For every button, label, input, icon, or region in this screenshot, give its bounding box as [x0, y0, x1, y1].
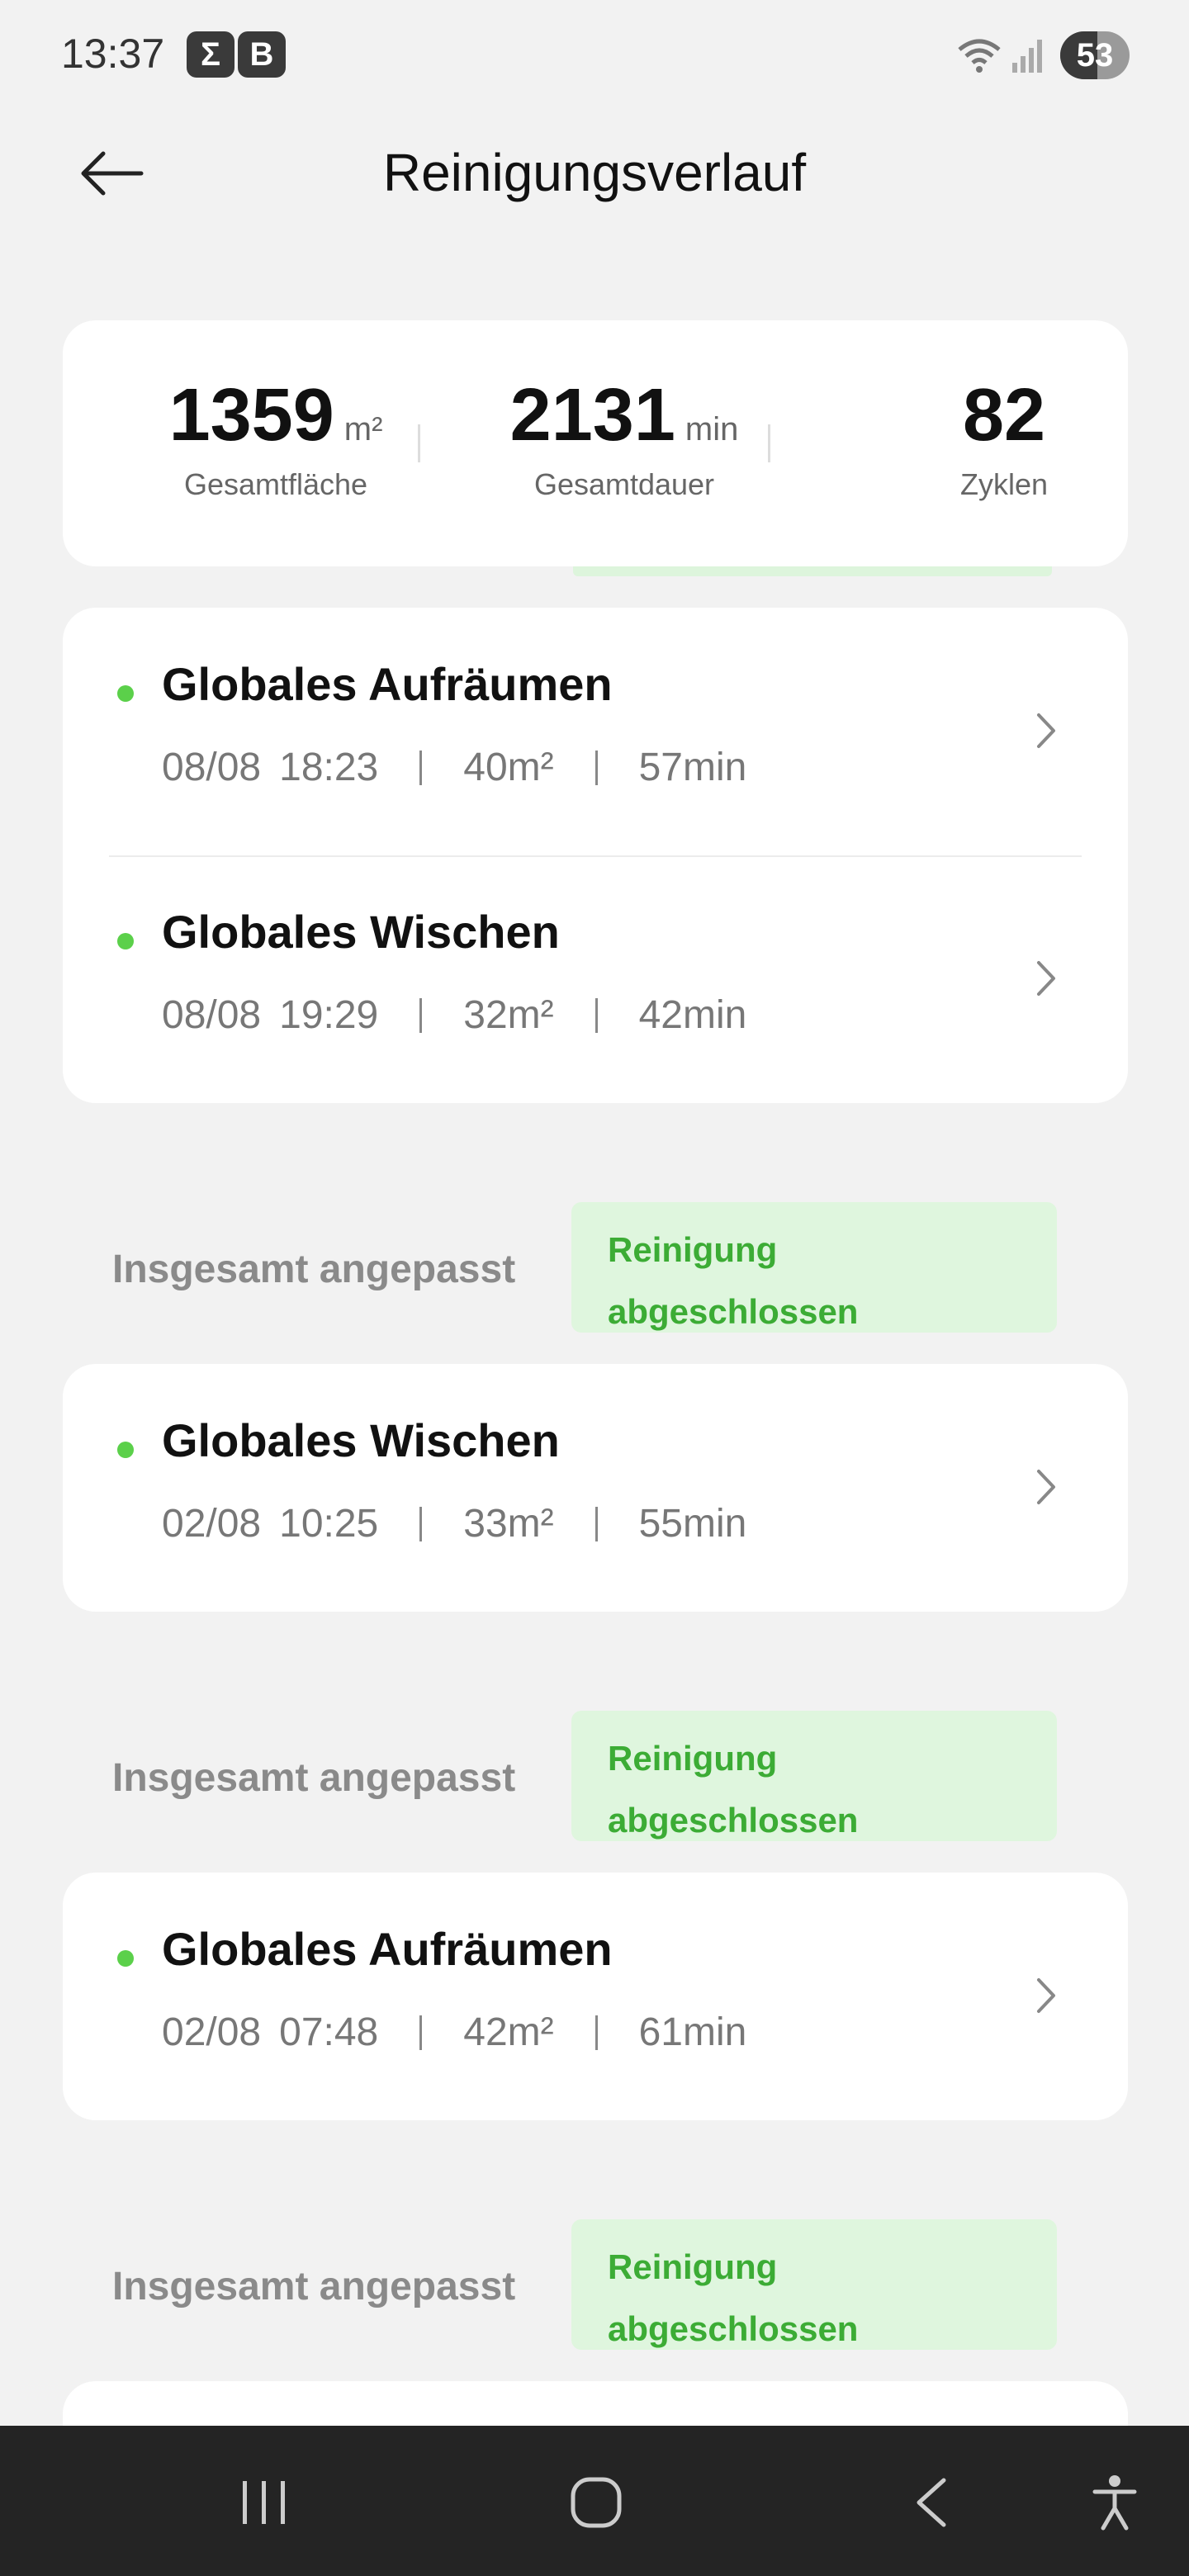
stat-divider: [768, 424, 770, 462]
record-duration: 57min: [638, 746, 747, 789]
section-label: Insgesamt angepasst: [112, 2265, 516, 2308]
home-icon: [571, 2477, 622, 2528]
stat-divider: [418, 424, 420, 462]
record-title: Globales Aufräumen: [162, 658, 613, 710]
b-app-icon: B: [238, 31, 286, 78]
signal-icon: [1012, 40, 1042, 73]
battery-text: 53: [1076, 36, 1114, 73]
stat-cycles-value: 82: [962, 374, 1046, 457]
back-icon: [917, 2478, 946, 2527]
cleaning-record-row[interactable]: Globales Aufräumen 08/08 18:23 40m² 57mi…: [63, 608, 1128, 855]
stat-duration-unit: min: [685, 411, 739, 447]
meta-separator: [419, 997, 423, 1033]
record-area: 32m²: [463, 993, 554, 1037]
stat-area-unit: m²: [343, 411, 383, 447]
status-badge: Reinigung abgeschlossen: [571, 1202, 1057, 1333]
meta-separator: [419, 2015, 423, 2050]
cleaning-record-row[interactable]: Globales Aufräumen 02/08 07:48 42m² 61mi…: [63, 1873, 1128, 2120]
chevron-right-icon: [1037, 713, 1055, 748]
status-dot: [117, 685, 134, 702]
record-date: 08/08: [162, 746, 262, 789]
stat-duration-label: Gesamtdauer: [533, 467, 715, 501]
status-bar: 13:37 Σ B 53: [0, 0, 1189, 107]
section-label: Insgesamt angepasst: [112, 1756, 516, 1800]
status-dot: [117, 933, 134, 949]
meta-separator: [594, 2015, 598, 2050]
record-card: Globales Aufräumen 08/08 18:23 40m² 57mi…: [63, 608, 1128, 1103]
cleaning-record-row[interactable]: Globales Wischen 08/08 19:29 32m² 42min: [63, 855, 1128, 1103]
record-area: 40m²: [463, 746, 554, 789]
accessibility-icon: [1092, 2475, 1137, 2531]
stat-total-duration: 2131 min Gesamtdauer: [467, 378, 781, 502]
recent-apps-button[interactable]: [223, 2467, 306, 2538]
stat-area-label: Gesamtfläche: [183, 467, 368, 501]
status-badge-text: Reinigung abgeschlossen: [608, 1230, 859, 1331]
stat-duration-value: 2131: [509, 374, 675, 457]
section-label: Insgesamt angepasst: [112, 1248, 516, 1291]
page-title: Reinigungsverlauf: [382, 143, 807, 202]
record-duration: 55min: [638, 1502, 747, 1546]
record-title: Globales Aufräumen: [162, 1923, 613, 1975]
stat-cycles-label: Zyklen: [959, 467, 1049, 501]
meta-separator: [594, 1506, 598, 1541]
record-date: 02/08: [162, 1502, 262, 1546]
accessibility-button[interactable]: [1073, 2467, 1156, 2538]
status-badge-text: Reinigung abgeschlossen: [608, 1739, 859, 1840]
sigma-icon: Σ: [187, 31, 234, 78]
battery-indicator: 53: [1060, 31, 1130, 79]
record-time: 10:25: [279, 1502, 379, 1546]
status-badge: Reinigung abgeschlossen: [571, 2219, 1057, 2350]
status-dot: [117, 1442, 134, 1458]
record-meta: 08/08 18:23 40m² 57min: [162, 745, 746, 790]
record-title: Globales Wischen: [162, 1414, 560, 1466]
section-header: Insgesamt angepasst Reinigung abgeschlos…: [0, 1711, 1189, 1843]
wifi-icon: [958, 39, 1001, 73]
chevron-right-icon: [1037, 1978, 1055, 2013]
cleaning-history-screen: 13:37 Σ B 53 Reinigungsverlauf 1359 m² G…: [0, 0, 1189, 2576]
status-badge: Reinigung abgeschlossen: [571, 1711, 1057, 1841]
meta-separator: [594, 997, 598, 1033]
nav-back-button[interactable]: [890, 2467, 973, 2538]
summary-card: 1359 m² Gesamtfläche 2131 min Gesamtdauer …: [63, 320, 1128, 566]
record-meta: 02/08 10:25 33m² 55min: [162, 1501, 746, 1546]
section-header: Insgesamt angepasst Reinigung abgeschlos…: [0, 2219, 1189, 2351]
cleaning-record-row[interactable]: Globales Wischen 02/08 10:25 33m² 55min: [63, 1364, 1128, 1612]
status-time: 13:37: [61, 31, 165, 77]
record-card: Globales Wischen 02/08 10:25 33m² 55min: [63, 1364, 1128, 1612]
system-nav-bar: [0, 2426, 1189, 2576]
status-badge-text: Reinigung abgeschlossen: [608, 2247, 859, 2348]
record-card: Globales Aufräumen 02/08 07:48 42m² 61mi…: [63, 1873, 1128, 2120]
recent-apps-icon: [243, 2481, 285, 2524]
chevron-right-icon: [1037, 961, 1055, 996]
stat-cycles: 82 Zyklen: [847, 378, 1161, 502]
record-time: 07:48: [279, 2010, 379, 2054]
record-duration: 61min: [638, 2010, 747, 2054]
record-area: 33m²: [463, 1502, 554, 1546]
record-time: 18:23: [279, 746, 379, 789]
summary-accent-strip: [573, 566, 1052, 576]
record-meta: 08/08 19:29 32m² 42min: [162, 992, 746, 1038]
meta-separator: [419, 750, 423, 785]
record-time: 19:29: [279, 993, 379, 1037]
record-date: 02/08: [162, 2010, 262, 2054]
record-date: 08/08: [162, 993, 262, 1037]
record-meta: 02/08 07:48 42m² 61min: [162, 2010, 746, 2055]
chevron-right-icon: [1037, 1470, 1055, 1504]
record-title: Globales Wischen: [162, 906, 560, 958]
status-dot: [117, 1950, 134, 1967]
stat-total-area: 1359 m² Gesamtfläche: [127, 378, 424, 502]
meta-separator: [419, 1506, 423, 1541]
stat-area-value: 1359: [168, 374, 334, 457]
record-duration: 42min: [638, 993, 747, 1037]
record-area: 42m²: [463, 2010, 554, 2054]
home-button[interactable]: [555, 2467, 637, 2538]
section-header: Insgesamt angepasst Reinigung abgeschlos…: [0, 1202, 1189, 1334]
meta-separator: [594, 750, 598, 785]
